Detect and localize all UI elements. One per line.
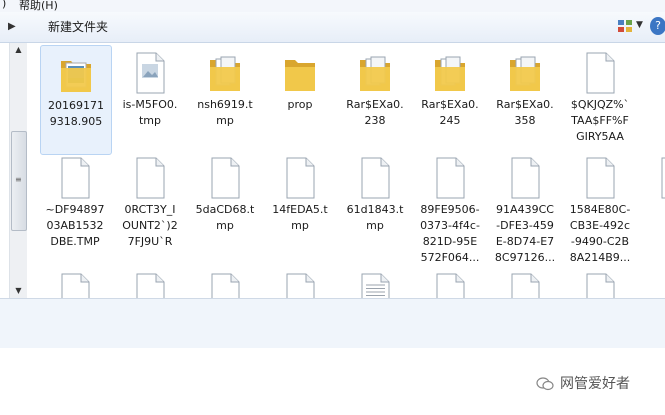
file-name: Rar$EXa0. 245 xyxy=(421,98,479,127)
file-item[interactable]: nsh6919.t mp xyxy=(190,45,260,153)
file-item[interactable] xyxy=(190,266,260,298)
folder-icon xyxy=(61,61,91,92)
file-item[interactable] xyxy=(265,266,335,298)
file-icon xyxy=(136,273,165,298)
file-icon xyxy=(436,157,465,199)
folder-icon xyxy=(210,56,240,91)
view-options-icon[interactable] xyxy=(617,19,633,33)
file-icon xyxy=(61,157,90,199)
file-icon xyxy=(61,273,90,298)
file-item[interactable]: $QKJQZ%` TAA$FF%F GIRY5AA xyxy=(565,45,635,153)
navigation-scrollbar[interactable]: ▲ ≡ ▼ xyxy=(9,43,28,298)
file-item[interactable] xyxy=(565,266,635,298)
scroll-down-icon[interactable]: ▼ xyxy=(10,284,27,298)
file-item[interactable]: Rar$EXa0. 358 xyxy=(490,45,560,153)
file-name: Rar$EXa0. 238 xyxy=(346,98,404,127)
file-item[interactable]: prop xyxy=(265,45,335,153)
details-pane xyxy=(0,298,665,349)
help-button[interactable]: ? xyxy=(650,17,665,35)
file-icon xyxy=(361,157,390,199)
scroll-up-icon[interactable]: ▲ xyxy=(10,43,27,57)
file-icon xyxy=(136,52,165,94)
file-icon xyxy=(436,273,465,298)
folder-icon xyxy=(510,56,540,91)
file-icon xyxy=(511,273,540,298)
watermark-text: 网管爱好者 xyxy=(560,376,630,392)
file-item[interactable]: 10 38 -8 E6 xyxy=(640,150,665,258)
file-item[interactable]: 14fEDA5.t mp xyxy=(265,150,335,258)
file-item[interactable]: ~DF94897 03AB1532 DBE.TMP xyxy=(40,150,110,258)
file-item[interactable]: 20169171 9318.905 xyxy=(40,45,112,155)
text-file-icon xyxy=(361,273,390,298)
file-name: 0RCT3Y_I OUNT2`)2 7FJ9U`R xyxy=(122,203,178,248)
file-item[interactable]: Rar$EXa0. 238 xyxy=(340,45,410,153)
file-name: $QKJQZ%` TAA$FF%F GIRY5AA xyxy=(570,98,630,143)
file-icon xyxy=(586,157,615,199)
file-name: 61d1843.t mp xyxy=(346,203,404,232)
wechat-logo-icon xyxy=(536,377,554,391)
file-icon xyxy=(661,157,665,199)
file-name: is-M5FO0. tmp xyxy=(122,98,178,127)
folder-icon xyxy=(285,60,315,91)
file-grid: 20169171 9318.905 is-M5FO0. tmp nsh6919.t … xyxy=(27,43,665,298)
file-icon xyxy=(286,157,315,199)
file-item[interactable] xyxy=(40,266,110,298)
new-folder-button[interactable]: 新建文件夹 xyxy=(44,18,112,36)
menu-fragment[interactable]: ) xyxy=(2,0,6,10)
scroll-grip-icon: ≡ xyxy=(15,175,22,184)
toolbar: ▶ 新建文件夹 ▼ ? xyxy=(0,12,665,43)
scroll-thumb[interactable]: ≡ xyxy=(11,131,27,231)
file-item[interactable] xyxy=(340,266,410,298)
file-icon xyxy=(286,273,315,298)
file-icon xyxy=(136,157,165,199)
file-name: ~DF94897 03AB1532 DBE.TMP xyxy=(45,203,105,248)
file-item[interactable] xyxy=(115,266,185,298)
file-item[interactable]: is-M5FO0. tmp xyxy=(115,45,185,153)
file-item[interactable]: Rar$EXa0. 245 xyxy=(415,45,485,153)
file-name: 89FE9506- 0373-4f4c- 821D-95E 572F064... xyxy=(420,203,480,264)
file-icon xyxy=(211,273,240,298)
file-item[interactable]: 1584E80C- CB3E-492c -9490-C2B 8A214B9... xyxy=(565,150,635,264)
toolbar-overflow-icon[interactable]: ▶ xyxy=(8,21,16,32)
file-item[interactable]: 61d1843.t mp xyxy=(340,150,410,258)
file-item[interactable] xyxy=(415,266,485,298)
file-icon xyxy=(511,157,540,199)
file-item[interactable]: 91A439CC -DFE3-459 E-8D74-E7 8C97126... xyxy=(490,150,560,264)
file-item[interactable]: 89FE9506- 0373-4f4c- 821D-95E 572F064... xyxy=(415,150,485,264)
file-name: 20169171 9318.905 xyxy=(48,99,104,128)
file-name: 91A439CC -DFE3-459 E-8D74-E7 8C97126... xyxy=(494,203,556,264)
file-name: prop xyxy=(287,98,313,111)
view-dropdown-icon[interactable]: ▼ xyxy=(636,20,643,30)
file-name: 5daCD68.t mp xyxy=(195,203,255,232)
file-icon xyxy=(586,52,615,94)
file-name: nsh6919.t mp xyxy=(197,98,253,127)
file-name: 14fEDA5.t mp xyxy=(272,203,328,232)
file-item[interactable] xyxy=(490,266,560,298)
folder-icon xyxy=(435,56,465,91)
file-name: 1584E80C- CB3E-492c -9490-C2B 8A214B9... xyxy=(569,203,631,264)
file-item[interactable]: 0RCT3Y_I OUNT2`)2 7FJ9U`R xyxy=(115,150,185,258)
folder-icon xyxy=(360,56,390,91)
file-icon xyxy=(211,157,240,199)
file-item[interactable]: 5daCD68.t mp xyxy=(190,150,260,258)
file-name: 10 38 -8 E6 xyxy=(640,202,665,266)
file-name: Rar$EXa0. 358 xyxy=(496,98,554,127)
file-icon xyxy=(586,273,615,298)
